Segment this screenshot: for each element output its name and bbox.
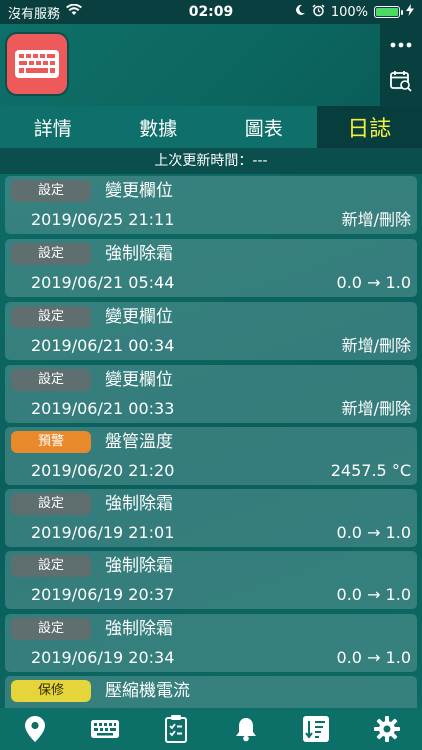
item-value: 0.0 → 1.0 (336, 585, 411, 604)
item-value: 新增/刪除 (341, 336, 411, 355)
status-badge: 設定 (11, 369, 91, 391)
tab-chart[interactable]: 圖表 (211, 106, 317, 148)
item-value: 新增/刪除 (341, 399, 411, 418)
carrier-text: 沒有服務 (8, 6, 61, 22)
item-value: 2457.5 °C (330, 461, 411, 480)
item-title: 強制除霜 (105, 244, 173, 264)
clipboard-check-icon[interactable] (156, 709, 196, 749)
item-title: 變更欄位 (105, 307, 173, 327)
tab-log[interactable]: 日誌 (316, 106, 422, 148)
list-item[interactable]: 保修 壓縮機電流 (5, 676, 417, 708)
charging-icon (406, 4, 414, 20)
bottom-nav (0, 708, 422, 750)
more-dots-icon[interactable] (390, 33, 412, 52)
item-value: 0.0 → 1.0 (336, 523, 411, 542)
item-value: 新增/刪除 (341, 210, 411, 229)
item-time: 2019/06/25 21:11 (31, 210, 175, 229)
list-item[interactable]: 設定 變更欄位 2019/06/21 00:34 新增/刪除 (5, 302, 417, 360)
item-time: 2019/06/19 20:34 (31, 648, 175, 667)
tab-data[interactable]: 數據 (106, 106, 212, 148)
list-item[interactable]: 設定 強制除霜 2019/06/19 21:01 0.0 → 1.0 (5, 489, 417, 547)
list-item[interactable]: 設定 強制除霜 2019/06/19 20:34 0.0 → 1.0 (5, 614, 417, 672)
tab-details[interactable]: 詳情 (0, 106, 106, 148)
item-title: 強制除霜 (105, 556, 173, 576)
item-title: 盤管溫度 (105, 432, 173, 452)
calendar-search-icon[interactable] (389, 69, 413, 97)
wifi-icon (66, 3, 83, 20)
tab-bar: 詳情 數據 圖表 日誌 (0, 106, 422, 148)
bell-icon[interactable] (226, 709, 266, 749)
item-time: 2019/06/21 00:34 (31, 336, 175, 355)
item-title: 變更欄位 (105, 181, 173, 201)
item-title: 變更欄位 (105, 370, 173, 390)
list-item[interactable]: 預警 盤管溫度 2019/06/20 21:20 2457.5 °C (5, 427, 417, 485)
list-item[interactable]: 設定 強制除霜 2019/06/19 20:37 0.0 → 1.0 (5, 551, 417, 609)
gear-icon[interactable] (367, 709, 407, 749)
location-pin-icon[interactable] (15, 709, 55, 749)
status-badge: 設定 (11, 180, 91, 202)
battery-text: 100% (330, 4, 368, 20)
keyboard-icon[interactable] (5, 32, 69, 96)
item-title: 強制除霜 (105, 619, 173, 639)
item-time: 2019/06/20 21:20 (31, 461, 175, 480)
item-value: 0.0 → 1.0 (336, 273, 411, 292)
header-actions (380, 24, 422, 106)
app-header (0, 24, 422, 106)
status-badge: 設定 (11, 555, 91, 577)
item-title: 壓縮機電流 (105, 681, 190, 701)
battery-icon (374, 6, 403, 18)
item-title: 強制除霜 (105, 494, 173, 514)
item-value: 0.0 → 1.0 (336, 648, 411, 667)
moon-icon (294, 4, 306, 20)
alarm-icon (312, 3, 325, 21)
item-time: 2019/06/21 05:44 (31, 273, 175, 292)
list-item[interactable]: 設定 變更欄位 2019/06/21 00:33 新增/刪除 (5, 365, 417, 423)
status-badge: 設定 (11, 493, 91, 515)
keyboard-icon[interactable] (85, 709, 125, 749)
sort-list-icon[interactable] (296, 709, 336, 749)
list-item[interactable]: 設定 強制除霜 2019/06/21 05:44 0.0 → 1.0 (5, 239, 417, 297)
status-badge: 設定 (11, 243, 91, 265)
list-item[interactable]: 設定 變更欄位 2019/06/25 21:11 新增/刪除 (5, 176, 417, 234)
status-badge: 設定 (11, 306, 91, 328)
item-time: 2019/06/21 00:33 (31, 399, 175, 418)
item-time: 2019/06/19 20:37 (31, 585, 175, 604)
item-time: 2019/06/19 21:01 (31, 523, 175, 542)
status-badge: 預警 (11, 431, 91, 453)
last-update-text: 上次更新時間：--- (0, 148, 422, 174)
status-badge: 保修 (11, 680, 91, 702)
status-badge: 設定 (11, 618, 91, 640)
status-bar: 沒有服務 02:09 100% (0, 0, 422, 24)
log-list[interactable]: 設定 變更欄位 2019/06/25 21:11 新增/刪除 設定 強制除霜 2… (0, 174, 422, 708)
